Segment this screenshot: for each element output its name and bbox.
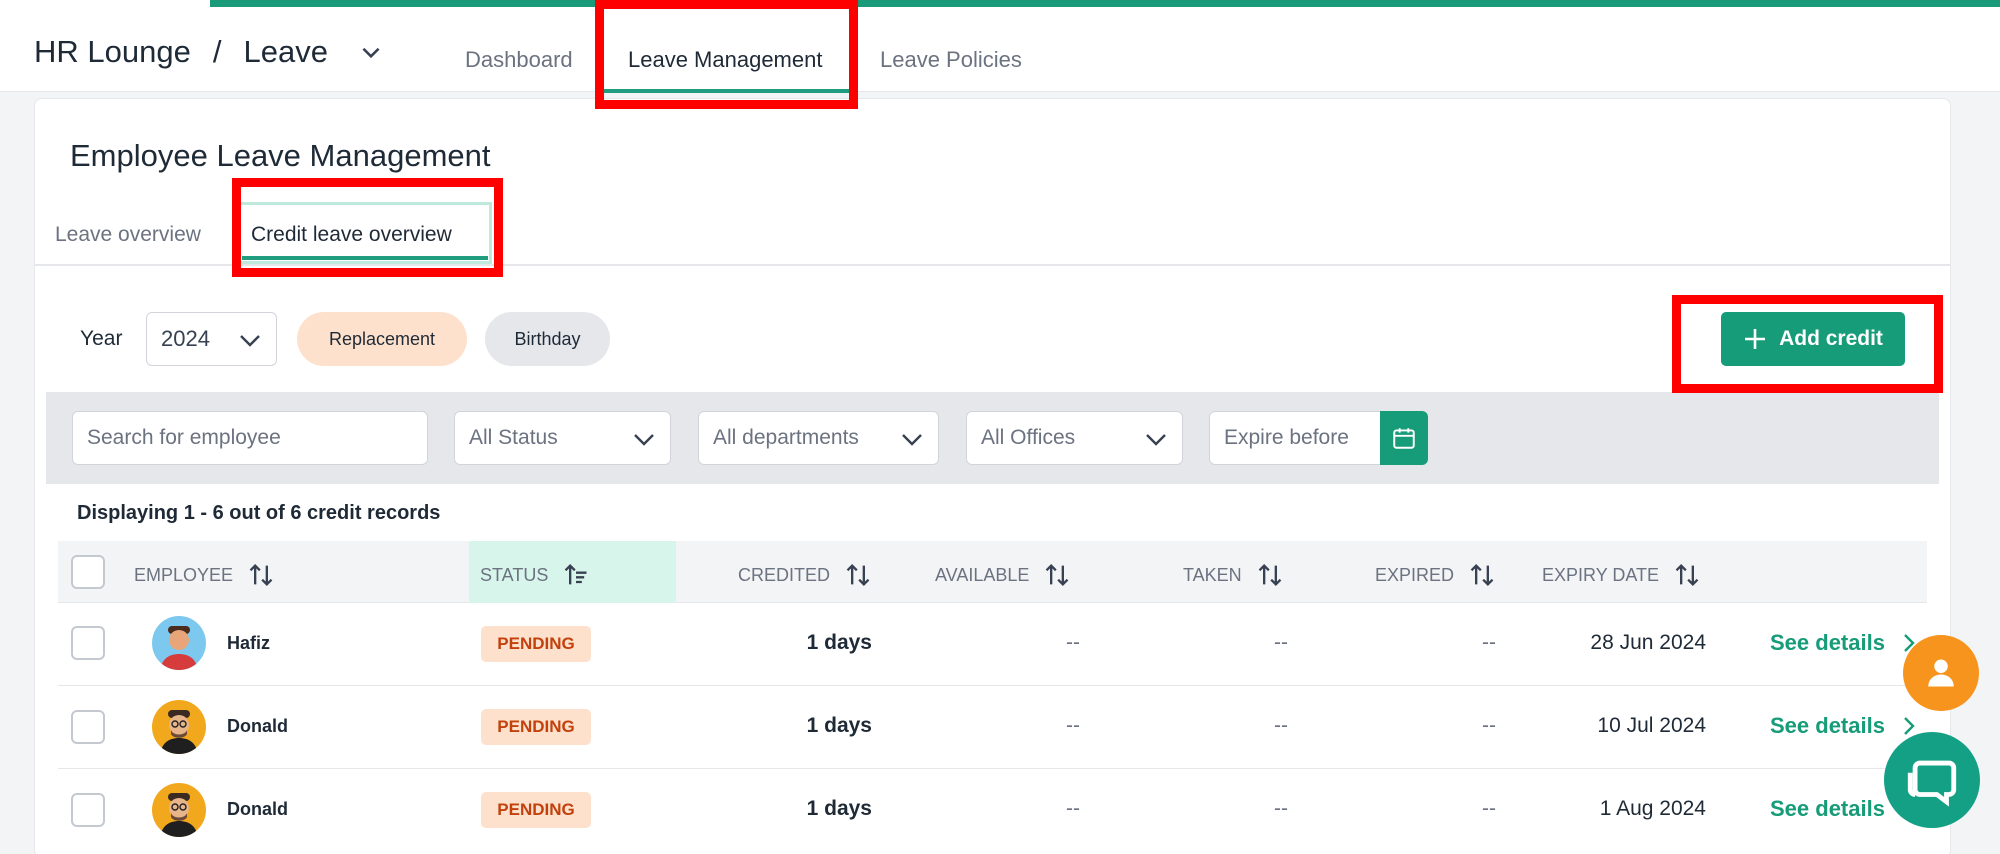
available-value: -- <box>1066 631 1080 654</box>
breadcrumb: HR Lounge / Leave <box>34 34 384 70</box>
expiry-date-value: 1 Aug 2024 <box>1599 797 1706 820</box>
tab-dashboard[interactable]: Dashboard <box>465 47 573 73</box>
year-select[interactable]: 2024 <box>146 312 277 366</box>
sort-icon <box>846 564 870 586</box>
expired-value: -- <box>1482 631 1496 654</box>
sort-icon <box>1675 564 1699 586</box>
taken-value: -- <box>1274 714 1288 737</box>
taken-value: -- <box>1274 631 1288 654</box>
avatar <box>152 783 206 837</box>
expire-before-placeholder: Expire before <box>1224 426 1349 449</box>
sort-icon <box>249 564 273 586</box>
employee-name[interactable]: Donald <box>227 716 288 737</box>
sort-icon <box>1470 564 1494 586</box>
see-details-label: See details <box>1770 713 1885 738</box>
avatar <box>152 700 206 754</box>
column-header-status[interactable]: STATUS <box>480 561 590 589</box>
employee-name[interactable]: Hafiz <box>227 633 270 654</box>
expiry-date-value: 28 Jun 2024 <box>1590 631 1706 654</box>
calendar-button[interactable] <box>1380 411 1428 465</box>
expired-value: -- <box>1482 797 1496 820</box>
chevron-down-icon <box>240 335 260 347</box>
column-label-taken: TAKEN <box>1183 564 1242 585</box>
column-label-available: AVAILABLE <box>935 564 1030 585</box>
taken-value: -- <box>1274 797 1288 820</box>
chevron-down-icon <box>1146 434 1166 446</box>
chevron-down-icon[interactable] <box>358 39 384 65</box>
column-header-expired[interactable]: EXPIRED <box>1375 561 1496 589</box>
breadcrumb-separator: / <box>212 34 222 69</box>
chat-icon <box>1907 760 1957 807</box>
breadcrumb-current[interactable]: Leave <box>243 34 327 70</box>
year-value: 2024 <box>161 326 210 351</box>
avatar <box>152 616 206 670</box>
chevron-down-icon <box>902 434 922 446</box>
status-badge: PENDING <box>481 792 591 828</box>
sort-icon <box>1258 564 1282 586</box>
credited-value: 1 days <box>806 797 872 820</box>
column-label-expiry-date: EXPIRY DATE <box>1542 564 1660 585</box>
chevron-down-icon <box>634 434 654 446</box>
see-details-link[interactable]: See details <box>1770 713 1917 739</box>
row-divider <box>58 768 1927 769</box>
credited-value: 1 days <box>806 631 872 654</box>
subtab-leave-overview[interactable]: Leave overview <box>55 223 201 247</box>
status-filter-select[interactable]: All Status <box>454 411 671 465</box>
available-value: -- <box>1066 714 1080 737</box>
year-label: Year <box>80 327 123 350</box>
credited-value: 1 days <box>806 714 872 737</box>
status-filter-value: All Status <box>469 426 558 449</box>
expiry-date-value: 10 Jul 2024 <box>1597 714 1706 737</box>
top-accent-line <box>210 0 2000 7</box>
highlight-box-add-credit <box>1672 295 1943 393</box>
department-filter-select[interactable]: All departments <box>698 411 939 465</box>
records-summary: Displaying 1 - 6 out of 6 credit records <box>77 502 441 524</box>
column-header-credited[interactable]: CREDITED <box>738 561 872 589</box>
see-details-label: See details <box>1770 630 1885 655</box>
sort-active-icon <box>565 564 587 585</box>
highlight-box-credit-leave-overview <box>232 178 503 277</box>
search-placeholder: Search for employee <box>87 426 281 449</box>
row-checkbox[interactable] <box>71 626 105 660</box>
column-header-expiry-date[interactable]: EXPIRY DATE <box>1542 561 1701 589</box>
expired-value: -- <box>1482 714 1496 737</box>
employee-search-input[interactable]: Search for employee <box>72 411 428 465</box>
column-label-employee: EMPLOYEE <box>134 564 234 585</box>
sort-icon <box>1046 564 1069 586</box>
row-divider <box>58 685 1927 686</box>
chip-replacement[interactable]: Replacement <box>297 312 467 366</box>
expire-before-input[interactable]: Expire before <box>1209 411 1384 465</box>
see-details-label: See details <box>1770 796 1885 821</box>
office-filter-value: All Offices <box>981 426 1076 449</box>
page-title: Employee Leave Management <box>70 138 491 173</box>
breadcrumb-root[interactable]: HR Lounge <box>34 34 191 70</box>
available-value: -- <box>1066 797 1080 820</box>
column-header-available[interactable]: AVAILABLE <box>935 561 1071 589</box>
select-all-checkbox[interactable] <box>71 555 105 589</box>
profile-fab[interactable] <box>1903 635 1979 711</box>
row-checkbox[interactable] <box>71 710 105 744</box>
calendar-icon <box>1393 428 1415 449</box>
chevron-right-icon <box>1904 717 1915 735</box>
user-icon <box>1928 659 1954 687</box>
chat-fab[interactable] <box>1884 732 1980 828</box>
column-label-credited: CREDITED <box>738 564 831 585</box>
chip-birthday[interactable]: Birthday <box>485 312 610 366</box>
column-header-employee[interactable]: EMPLOYEE <box>134 561 275 589</box>
see-details-link[interactable]: See details <box>1770 796 1885 822</box>
employee-name[interactable]: Donald <box>227 799 288 820</box>
see-details-link[interactable]: See details <box>1770 630 1917 656</box>
column-label-status: STATUS <box>480 564 549 585</box>
status-badge: PENDING <box>481 709 591 745</box>
column-label-expired: EXPIRED <box>1375 564 1455 585</box>
tab-leave-policies[interactable]: Leave Policies <box>880 47 1022 73</box>
row-checkbox[interactable] <box>71 793 105 827</box>
office-filter-select[interactable]: All Offices <box>966 411 1183 465</box>
highlight-box-leave-management <box>595 0 858 109</box>
column-header-taken[interactable]: TAKEN <box>1183 561 1284 589</box>
department-filter-value: All departments <box>713 426 859 449</box>
status-badge: PENDING <box>481 626 591 662</box>
